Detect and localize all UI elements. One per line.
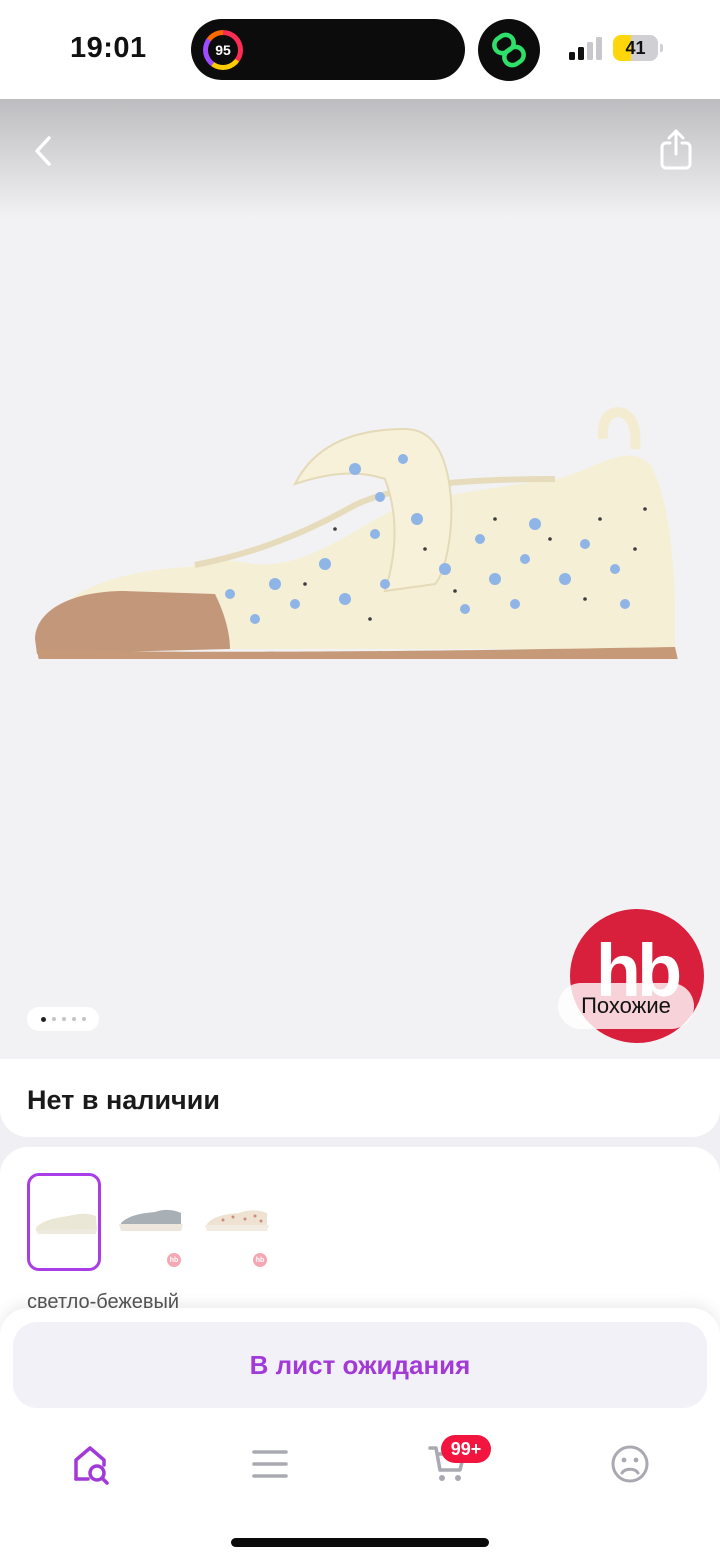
availability-card: Нет в наличии [0,1059,720,1137]
cellular-signal-icon [569,37,602,60]
dynamic-island: 95 [191,19,465,80]
chevron-left-icon [35,136,51,166]
cart-count-badge: 99+ [441,1435,491,1463]
bottom-sheet: В лист ожидания [0,1308,720,1561]
variant-thumbnail [205,1210,269,1231]
tab-home[interactable] [62,1438,122,1490]
pagination-dot [81,1017,86,1021]
battery-level: 41 [625,37,646,58]
profile-icon [611,1445,649,1483]
pagination-dot [40,1016,46,1022]
waitlist-button[interactable]: В лист ожидания [13,1322,707,1408]
variant-light-beige[interactable] [27,1173,101,1271]
variant-badge: hb [253,1253,267,1267]
share-icon [660,129,692,170]
activity-value: 95 [208,35,238,65]
pagination-dot [71,1017,76,1021]
link-app-icon [492,32,526,68]
battery-cap [660,44,663,52]
share-button[interactable] [652,125,700,173]
menu-icon [252,1450,288,1478]
pagination-dot [51,1017,56,1021]
variant-beige-dots[interactable]: hb [199,1173,273,1271]
gallery-pagination [27,1007,99,1031]
activity-ring-icon: 95 [203,30,243,70]
back-button[interactable] [20,127,68,175]
gallery-top-shade [0,99,720,219]
home-search-icon [74,1446,109,1485]
similar-button[interactable]: Похожие [558,983,694,1029]
home-indicator[interactable] [231,1538,489,1547]
variant-thumbnail [36,1213,97,1234]
tab-profile[interactable] [600,1438,660,1490]
variant-grey[interactable]: hb [113,1173,187,1271]
availability-status: Нет в наличии [27,1085,220,1115]
tab-catalog[interactable] [240,1438,300,1490]
variant-badge: hb [167,1253,181,1267]
pagination-dot [61,1017,66,1021]
island-app-bubble [478,19,540,81]
screen: 19:01 95 41 hb Похожие Нет в наличии hb … [0,0,720,1561]
battery-body: 41 [613,35,658,61]
status-bar: 19:01 95 41 [0,0,720,99]
status-time: 19:01 [70,32,147,64]
variant-thumbnail [119,1209,183,1231]
product-gallery[interactable]: hb Похожие [0,99,720,1059]
battery-icon: 41 [613,35,663,61]
product-image-shoe [35,407,678,659]
